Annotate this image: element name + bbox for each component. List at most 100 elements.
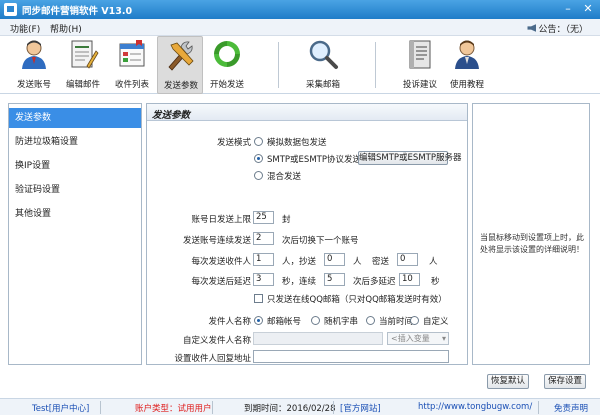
mode-mixed-radio[interactable] (254, 171, 263, 180)
insert-variable-select[interactable]: <插入变量 ▾ (387, 332, 449, 345)
per-send-label: 每次发送收件人 (191, 257, 251, 267)
tools-wrench-icon (168, 41, 194, 71)
status-separator (212, 401, 213, 414)
reply-address-label: 设置收件人回复地址 (174, 354, 251, 364)
sidebar-item-captcha[interactable]: 验证码设置 (9, 180, 141, 200)
announcement: 公告：（无） (527, 22, 588, 35)
toolbar-send-params[interactable]: 发送参数 (157, 36, 203, 94)
app-logo-icon (4, 3, 17, 16)
title-bar: 同步邮件营销软件 V13.0 – ✕ (0, 0, 600, 19)
toolbar: 发送账号 编辑邮件 收件列表 发送参数 开始发送 采集邮箱 投诉建议 使用教程 (0, 36, 600, 94)
daily-limit-label: 账号日发送上限 (191, 215, 251, 225)
toolbar-label: 采集邮箱 (305, 80, 340, 90)
sender-time-radio[interactable] (366, 316, 375, 325)
insert-variable-text: <插入变量 (391, 334, 430, 343)
restore-default-button[interactable]: 恢复默认 (487, 374, 529, 389)
toolbar-tutorial[interactable]: 使用教程 (444, 36, 490, 94)
mode-packet-radio[interactable] (254, 137, 263, 146)
toolbar-edit-mail[interactable]: 编辑邮件 (60, 36, 106, 94)
mode-smtp-radio[interactable] (254, 154, 263, 163)
sender-custom-label: 自定义 (423, 317, 449, 327)
expire-date-text: 到期时间：2016/02/28 (244, 404, 336, 414)
continuous-send-input[interactable]: 2 (253, 232, 274, 245)
announcement-speaker-icon (527, 24, 537, 32)
delay-text-2: 次后多延迟 (353, 277, 396, 287)
window-title: 同步邮件营销软件 V13.0 (22, 6, 133, 17)
sidebar-item-send-params[interactable]: 发送参数 (9, 108, 141, 128)
edit-mail-icon (71, 40, 99, 69)
delay-count-input[interactable]: 5 (324, 273, 345, 286)
extra-delay-input[interactable]: 10 (399, 273, 420, 286)
edit-smtp-server-button[interactable]: 编辑SMTP或ESMTP服务器 (358, 151, 461, 165)
menu-function[interactable]: 功能(F) (10, 22, 40, 35)
cc-unit: 人 (353, 257, 362, 267)
continuous-send-suffix: 次后切换下一个账号 (282, 236, 359, 246)
delay-text-3: 秒 (431, 277, 440, 287)
toolbar-complaint[interactable]: 投诉建议 (397, 36, 443, 94)
status-bar: Test[用户中心] 账户类型：试用用户 到期时间：2016/02/28 [官方… (0, 398, 600, 415)
cc-prefix: 人，抄送 (282, 257, 317, 267)
sender-custom-radio[interactable] (410, 316, 419, 325)
close-button[interactable]: ✕ (580, 2, 596, 16)
panel-header: 发送参数 (147, 104, 467, 121)
user-center-link[interactable]: Test[用户中心] (32, 402, 89, 414)
menu-help[interactable]: 帮助(H) (50, 22, 82, 35)
status-separator (100, 401, 101, 414)
official-site-label[interactable]: [官方网站] (340, 402, 381, 414)
sender-name-label: 发件人名称 (208, 317, 251, 327)
daily-limit-unit: 封 (282, 215, 291, 225)
status-separator (333, 401, 334, 414)
reply-address-input[interactable] (253, 350, 449, 363)
toolbar-send-account[interactable]: 发送账号 (11, 36, 57, 94)
sender-account-label: 邮箱帐号 (267, 317, 302, 327)
send-mode-label: 发送模式 (216, 138, 251, 148)
sidebar-item-anti-spam[interactable]: 防进垃圾箱设置 (9, 132, 141, 152)
sender-account-radio[interactable] (254, 316, 263, 325)
toolbar-start-send[interactable]: 开始发送 (204, 36, 250, 94)
bcc-label: 密送 (372, 257, 390, 267)
help-text: 当鼠标移动到设置项上时，此处将显示该设置的详细说明！ (480, 233, 584, 254)
delay-text-1: 秒，连续 (282, 277, 317, 287)
account-person-icon (22, 40, 46, 69)
delay-seconds-input[interactable]: 3 (253, 273, 274, 286)
qq-only-checkbox[interactable] (254, 294, 263, 303)
toolbar-label: 开始发送 (209, 80, 244, 90)
menu-bar: 功能(F) 帮助(H) 公告：（无） (0, 19, 600, 36)
disclaimer-link[interactable]: 免责声明 (554, 402, 588, 414)
continuous-send-label: 发送账号连续发送 (182, 236, 251, 246)
website-url-link[interactable]: http://www.tongbugw.com/ (418, 402, 532, 412)
cc-input[interactable]: 0 (324, 253, 345, 266)
tutorial-person-icon (455, 40, 479, 69)
start-send-icon (214, 41, 240, 67)
sidebar-item-change-ip[interactable]: 换IP设置 (9, 156, 141, 176)
delay-label: 每次发送后延迟 (191, 277, 251, 287)
sender-time-label: 当前时间 (379, 317, 414, 327)
mode-smtp-label: SMTP或ESMTP协议发送 (267, 155, 361, 165)
custom-sender-input[interactable] (253, 332, 383, 345)
chevron-down-icon: ▾ (441, 334, 446, 343)
settings-sidebar: 发送参数 防进垃圾箱设置 换IP设置 验证码设置 其他设置 (8, 103, 142, 365)
sender-random-label: 随机字串 (324, 317, 359, 327)
panel-title: 发送参数 (152, 110, 191, 121)
toolbar-separator (375, 42, 376, 88)
send-params-panel: 发送参数 发送模式 模拟数据包发送 SMTP或ESMTP协议发送 编辑SMTP或… (146, 103, 468, 365)
help-panel: 当鼠标移动到设置项上时，此处将显示该设置的详细说明！ (472, 103, 590, 365)
status-separator (538, 401, 539, 414)
sidebar-item-other[interactable]: 其他设置 (9, 204, 141, 224)
recipients-per-send-input[interactable]: 1 (253, 253, 274, 266)
save-settings-button[interactable]: 保存设置 (544, 374, 586, 389)
sender-random-radio[interactable] (311, 316, 320, 325)
custom-sender-label: 自定义发件人名称 (182, 336, 251, 346)
toolbar-recipient-list[interactable]: 收件列表 (109, 36, 155, 94)
complaint-book-icon (409, 40, 431, 69)
qq-only-label: 只发送在线QQ邮箱（只对QQ邮箱发送时有效） (267, 295, 447, 305)
daily-limit-input[interactable]: 25 (253, 211, 274, 224)
account-type-text: 账户类型：试用用户 (135, 404, 212, 414)
toolbar-label: 使用教程 (449, 80, 484, 90)
mode-packet-label: 模拟数据包发送 (267, 138, 327, 148)
bcc-input[interactable]: 0 (397, 253, 418, 266)
toolbar-collect-mail[interactable]: 采集邮箱 (300, 36, 346, 94)
magnifier-icon (309, 40, 338, 69)
bcc-unit: 人 (429, 257, 438, 267)
minimize-button[interactable]: – (560, 2, 576, 16)
